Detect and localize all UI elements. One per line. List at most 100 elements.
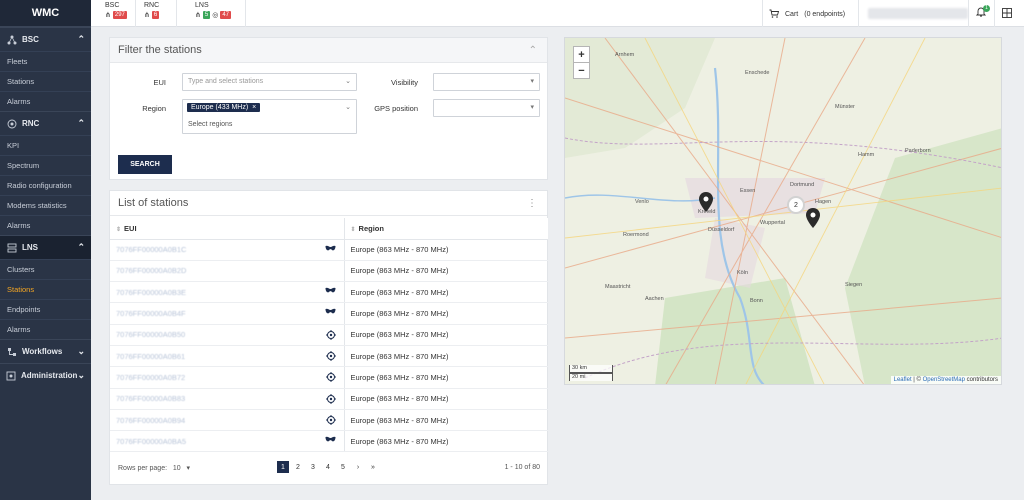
map-label: Hagen — [815, 199, 831, 205]
map-scale: 30 km 20 mi — [569, 365, 613, 381]
visibility-select[interactable]: ▾ — [433, 73, 540, 91]
notifications-button[interactable]: 1 — [975, 5, 990, 19]
sidebar-item-rnc-alarms[interactable]: Alarms — [0, 215, 91, 235]
lns-alarm-badge: 47 — [220, 11, 232, 19]
topbar-lns-status[interactable]: LNS ⋔ 5 ◎ 47 — [195, 2, 232, 19]
page-1-button[interactable]: 1 — [277, 461, 289, 473]
region-cell: Europe (863 MHz - 870 MHz) — [344, 388, 548, 410]
app-logo[interactable]: WMC — [0, 0, 91, 27]
eui-cell[interactable]: 7076FF00000A0B50 — [110, 324, 345, 346]
sidebar-item-lns-stations[interactable]: Stations — [0, 279, 91, 299]
sidebar-item-modems-statistics[interactable]: Modems statistics — [0, 195, 91, 215]
topbar-lns-label: LNS — [195, 2, 209, 9]
region-cell: Europe (863 MHz - 870 MHz) — [344, 430, 548, 453]
table-row[interactable]: 7076FF00000A0B3E Europe (863 MHz - 870 MH… — [110, 281, 548, 304]
sidebar-item-radio-configuration[interactable]: Radio configuration — [0, 175, 91, 195]
map-marker-icon[interactable] — [806, 208, 820, 230]
map-label: Arnhem — [615, 52, 635, 58]
map-label: Siegen — [845, 282, 862, 288]
map-cluster[interactable]: 2 — [787, 196, 805, 214]
eui-cell[interactable]: 7076FF00000A0B3E — [110, 281, 345, 304]
map-label: Venlo — [635, 199, 649, 205]
table-row[interactable]: 7076FF00000A0B94 Europe (863 MHz - 870 MH… — [110, 409, 548, 432]
column-header-eui[interactable]: ⇕ EUI — [110, 218, 345, 240]
table-row[interactable]: 7076FF00000A0B61 Europe (863 MHz - 870 MH… — [110, 345, 548, 368]
sidebar-item-lns-alarms[interactable]: Alarms — [0, 319, 91, 339]
visibility-label: Visibility — [391, 78, 418, 87]
sidebar-item-clusters[interactable]: Clusters — [0, 259, 91, 279]
map-label: Enschede — [745, 70, 769, 76]
map-attribution: Leaflet | © OpenStreetMap contributors — [890, 376, 1001, 384]
leaflet-link[interactable]: Leaflet — [894, 377, 912, 383]
chevron-down-icon: ⌄ — [345, 104, 351, 111]
eui-cell[interactable]: 7076FF00000A0B1C — [110, 239, 345, 261]
sidebar-item-bsc-stations[interactable]: Stations — [0, 71, 91, 91]
table-row[interactable]: 7076FF00000A0B50 Europe (863 MHz - 870 MH… — [110, 324, 548, 346]
sidebar-item-endpoints[interactable]: Endpoints — [0, 299, 91, 319]
search-button[interactable]: SEARCH — [118, 155, 172, 174]
user-menu[interactable] — [868, 8, 968, 19]
apps-button[interactable] — [1002, 8, 1012, 20]
filter-header[interactable]: Filter the stations ⌃ — [110, 38, 547, 63]
map-label: Maastricht — [605, 284, 631, 290]
sidebar-section-bsc[interactable]: BSC ⌃ — [0, 27, 91, 51]
zoom-in-button[interactable]: + — [573, 46, 590, 63]
region-select[interactable]: Europe (433 MHz) × ⌄ Select regions — [182, 99, 357, 134]
region-cell: Europe (863 MHz - 870 MHz) — [344, 366, 548, 389]
more-vertical-icon[interactable]: ⋮ — [527, 198, 537, 209]
sidebar-section-administration[interactable]: Administration ⌄ — [0, 363, 91, 387]
table-row[interactable]: 7076FF00000A0B2D Europe (863 MHz - 870 MH… — [110, 260, 548, 283]
osm-link[interactable]: OpenStreetMap — [923, 377, 965, 383]
page-2-button[interactable]: 2 — [292, 461, 304, 473]
server-icon — [6, 242, 17, 253]
table-row[interactable]: 7076FF00000A0BA5 Europe (863 MHz - 870 MH… — [110, 430, 548, 453]
eui-placeholder: Type and select stations — [188, 78, 264, 85]
page-3-button[interactable]: 3 — [307, 461, 319, 473]
sidebar-item-spectrum[interactable]: Spectrum — [0, 155, 91, 175]
sidebar-item-kpi[interactable]: KPI — [0, 135, 91, 155]
gps-target-icon — [325, 414, 336, 427]
eui-cell[interactable]: 7076FF00000A0B4F — [110, 302, 345, 325]
page-4-button[interactable]: 4 — [322, 461, 334, 473]
region-label: Region — [142, 104, 166, 113]
page-5-button[interactable]: 5 — [337, 461, 349, 473]
eui-input[interactable]: Type and select stations ⌄ — [182, 73, 357, 91]
sidebar-item-fleets[interactable]: Fleets — [0, 51, 91, 71]
zoom-out-button[interactable]: − — [573, 62, 590, 79]
radio-icon — [6, 118, 17, 129]
region-placeholder: Select regions — [188, 121, 233, 128]
stations-map[interactable]: Enschede Münster Hamm Dortmund Essen Kre… — [564, 37, 1002, 385]
topbar-rnc-label: RNC — [144, 2, 160, 9]
rows-per-page[interactable]: Rows per page: 10 ▾ — [118, 464, 190, 472]
map-tiles: Enschede Münster Hamm Dortmund Essen Kre… — [565, 38, 1001, 384]
topbar-bsc-status[interactable]: BSC ⋔ 297 — [105, 2, 127, 19]
eui-cell[interactable]: 7076FF00000A0B61 — [110, 345, 345, 368]
cart-button[interactable]: Cart (0 endpoints) — [769, 9, 845, 20]
eui-cell[interactable]: 7076FF00000A0B83 — [110, 388, 345, 410]
close-icon[interactable]: × — [250, 104, 256, 111]
column-header-region[interactable]: ⇕ Region — [344, 218, 548, 240]
eui-cell[interactable]: 7076FF00000A0B2D — [110, 260, 345, 283]
next-page-button[interactable]: › — [352, 461, 364, 473]
topbar-rnc-status[interactable]: RNC ⋔ 6 — [144, 2, 160, 19]
table-row[interactable]: 7076FF00000A0B1C Europe (863 MHz - 870 MH… — [110, 239, 548, 261]
sidebar-item-bsc-alarms[interactable]: Alarms — [0, 91, 91, 111]
map-marker-icon[interactable] — [699, 192, 713, 214]
sidebar-section-workflows[interactable]: Workflows ⌄ — [0, 339, 91, 363]
sidebar-section-lns[interactable]: LNS ⌃ — [0, 235, 91, 259]
chevron-up-icon: ⌃ — [77, 118, 85, 128]
eui-cell[interactable]: 7076FF00000A0BA5 — [110, 430, 345, 453]
region-cell: Europe (863 MHz - 870 MHz) — [344, 345, 548, 368]
region-chip[interactable]: Europe (433 MHz) × — [187, 103, 261, 112]
gps-position-select[interactable]: ▾ — [433, 99, 540, 117]
table-row[interactable]: 7076FF00000A0B72 Europe (863 MHz - 870 MH… — [110, 366, 548, 389]
chevron-up-icon: ⌃ — [77, 242, 85, 252]
eui-cell[interactable]: 7076FF00000A0B72 — [110, 366, 345, 389]
eui-cell[interactable]: 7076FF00000A0B94 — [110, 409, 345, 432]
sidebar-section-rnc[interactable]: RNC ⌃ — [0, 111, 91, 135]
chevron-down-icon: ⌄ — [77, 370, 85, 380]
chevron-up-icon[interactable]: ⌃ — [529, 45, 537, 56]
table-row[interactable]: 7076FF00000A0B83 Europe (863 MHz - 870 MH… — [110, 388, 548, 410]
table-row[interactable]: 7076FF00000A0B4F Europe (863 MHz - 870 MH… — [110, 302, 548, 325]
last-page-button[interactable]: » — [367, 461, 379, 473]
